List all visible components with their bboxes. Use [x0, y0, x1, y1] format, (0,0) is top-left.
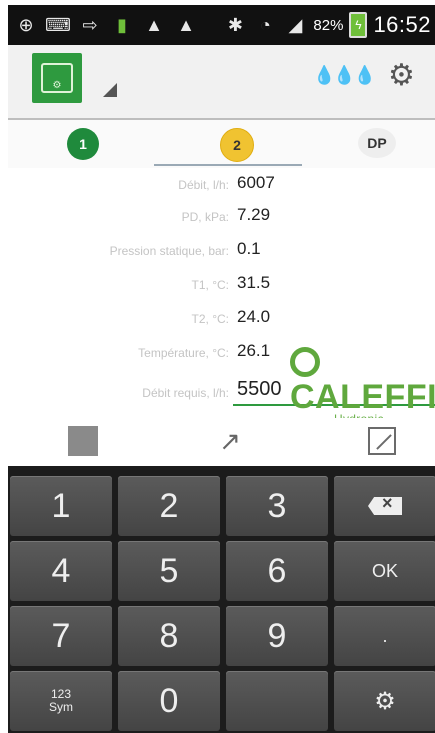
measurement-form: Débit, l/h: 6007 PD, kPa: 7.29 Pression …	[8, 168, 435, 440]
signal-icon: ◢	[288, 14, 303, 35]
field-pd: PD, kPa: 7.29	[8, 202, 435, 232]
field-t1: T1, °C: 31.5	[8, 270, 435, 300]
status-bar: ⊕ ⌨ ⇨ ▮ ▲ ▲ ✱ ◔ ◢ 82% ϟ 16:52	[8, 5, 435, 45]
field-value: 7.29	[237, 205, 271, 224]
chart-icon	[368, 427, 396, 455]
field-label: PD, kPa:	[181, 210, 229, 224]
field-pression-statique: Pression statique, bar: 0.1	[8, 236, 435, 266]
numeric-keyboard: 1 2 3 4 5 6 OK 7 8 9 . 123 Sym 0 ⚙	[8, 466, 435, 733]
wifi-icon: ◔	[259, 14, 271, 35]
battery-app-icon: ▮	[117, 14, 127, 35]
bluetooth-icon: ✱	[227, 14, 243, 35]
app-bar: ⚙ 💧💧💧 ⚙	[8, 45, 435, 120]
blank-key[interactable]	[226, 671, 328, 731]
key-3[interactable]: 3	[226, 476, 328, 536]
debit-requis-input[interactable]: 5500	[237, 378, 282, 401]
warning-icon: ▲	[177, 14, 195, 35]
field-value: 24.0	[237, 307, 271, 326]
key-1[interactable]: 1	[10, 476, 112, 536]
drops-icon[interactable]: 💧💧💧	[313, 65, 376, 86]
field-label: T1, °C:	[191, 278, 229, 292]
tab-step-2[interactable]: 2	[220, 128, 254, 162]
backspace-icon	[368, 497, 402, 515]
tab-dp[interactable]: DP	[358, 128, 396, 158]
caleffi-mark-icon	[290, 347, 320, 377]
key-5[interactable]: 5	[118, 541, 220, 601]
field-value: 26.1	[237, 341, 271, 360]
app-screen: ⊕ ⌨ ⇨ ▮ ▲ ▲ ✱ ◔ ◢ 82% ϟ 16:52 ⚙ 💧💧💧 ⚙ 1 …	[0, 0, 435, 733]
backspace-key[interactable]	[334, 476, 435, 536]
field-label: Pression statique, bar:	[109, 244, 229, 258]
add-icon: ⊕	[18, 14, 34, 35]
action-bar: ↗	[8, 418, 435, 466]
key-7[interactable]: 7	[10, 606, 112, 666]
dropdown-indicator-icon[interactable]	[103, 83, 117, 97]
tab-step-1[interactable]: 1	[67, 128, 99, 160]
sym-key[interactable]: 123 Sym	[10, 671, 112, 731]
keyboard-settings-icon[interactable]: ⚙	[334, 671, 435, 731]
decimal-key[interactable]: .	[334, 606, 435, 666]
valve-icon: ⚙	[41, 63, 73, 93]
battery-icon: ϟ	[349, 12, 368, 38]
key-8[interactable]: 8	[118, 606, 220, 666]
field-label: T2, °C:	[191, 312, 229, 326]
battery-percentage: 82%	[313, 16, 344, 34]
field-label: Débit requis, l/h:	[142, 386, 229, 400]
key-4[interactable]: 4	[10, 541, 112, 601]
stop-button[interactable]	[66, 426, 100, 456]
key-2[interactable]: 2	[118, 476, 220, 536]
keyboard-icon: ⌨	[45, 14, 71, 35]
key-9[interactable]: 9	[226, 606, 328, 666]
step-tabs: 1 2 DP	[8, 120, 435, 168]
exit-icon: ⇨	[82, 14, 98, 35]
warning-icon: ▲	[145, 14, 163, 35]
brand-name: CALEFFI	[290, 378, 435, 416]
share-icon: ↗	[219, 425, 241, 456]
ok-key[interactable]: OK	[334, 541, 435, 601]
sym-key-bottom: Sym	[49, 700, 73, 714]
chart-button[interactable]	[365, 426, 399, 456]
field-label: Température, °C:	[138, 346, 229, 360]
field-value: 6007	[237, 173, 275, 192]
app-logo[interactable]: ⚙	[32, 53, 82, 103]
field-t2: T2, °C: 24.0	[8, 304, 435, 334]
key-6[interactable]: 6	[226, 541, 328, 601]
field-value: 31.5	[237, 273, 271, 292]
clock: 16:52	[373, 12, 431, 37]
key-0[interactable]: 0	[118, 671, 220, 731]
field-label: Débit, l/h:	[178, 178, 229, 192]
settings-gear-icon[interactable]: ⚙	[388, 61, 415, 91]
field-value: 0.1	[237, 239, 261, 258]
share-button[interactable]: ↗	[213, 426, 247, 456]
active-tab-indicator	[154, 164, 302, 166]
stop-icon	[68, 426, 98, 456]
field-debit: Débit, l/h: 6007	[8, 170, 435, 200]
